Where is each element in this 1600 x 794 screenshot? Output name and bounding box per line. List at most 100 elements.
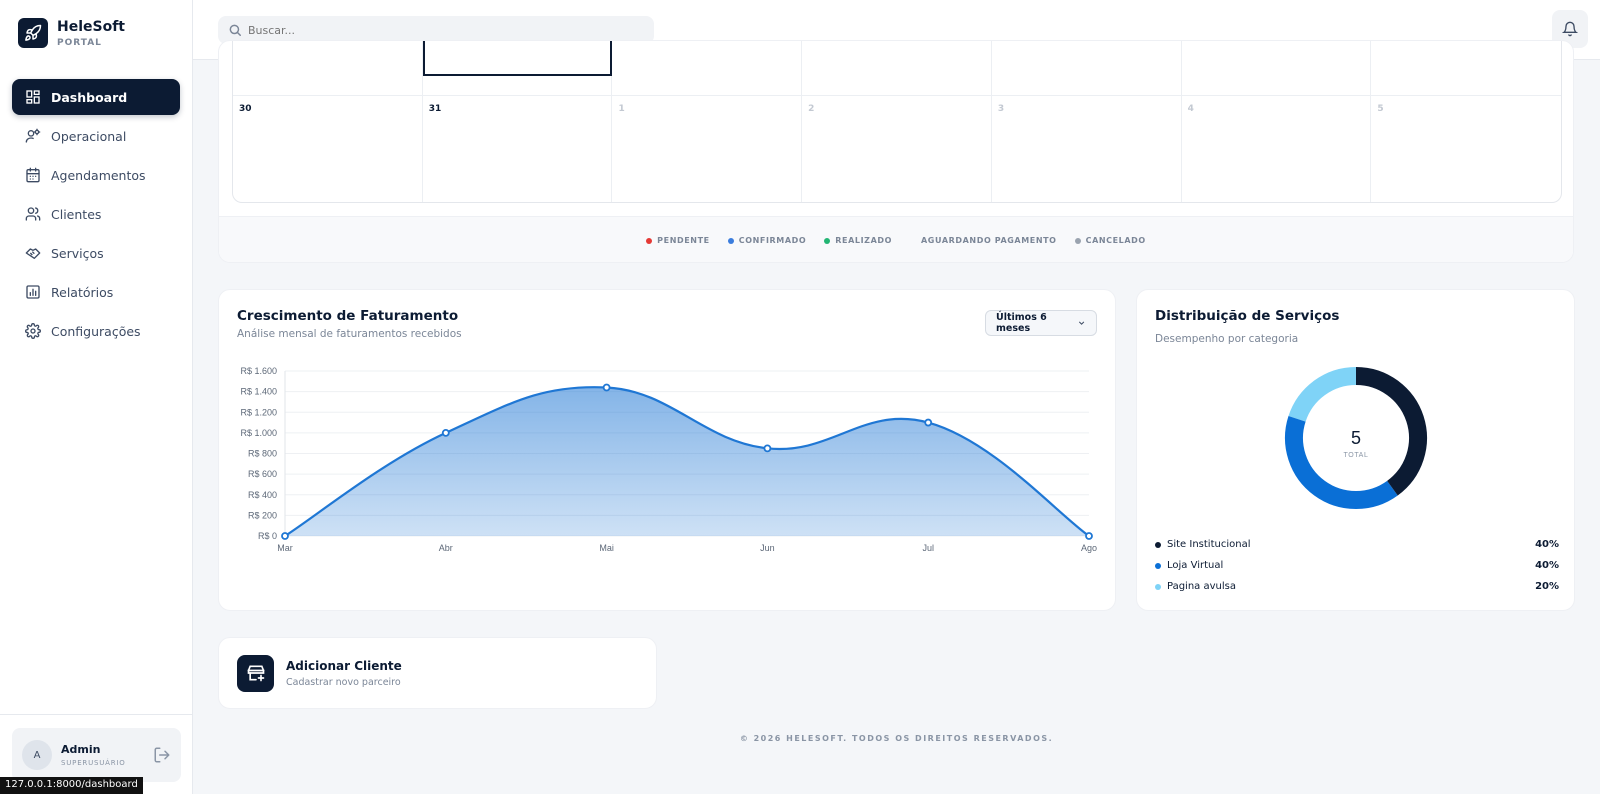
sidebar-item-label: Serviços <box>51 245 104 261</box>
calendar-day: 30 <box>239 104 252 114</box>
brand-name: HeleSoft <box>57 18 125 35</box>
revenue-card: Crescimento de Faturamento Análise mensa… <box>218 289 1116 611</box>
dashboard-icon <box>26 90 40 104</box>
logout-icon[interactable] <box>153 746 171 764</box>
calendar-card: 30 31 1 2 3 4 5 PENDENTE CONFIRMADO REAL… <box>218 40 1574 263</box>
users-icon <box>25 207 41 221</box>
user-card[interactable]: A Admin SUPERUSUÁRIO <box>12 728 181 782</box>
add-client-title: Adicionar Cliente <box>286 658 402 673</box>
store-plus-icon <box>237 654 274 692</box>
gear-icon <box>25 323 41 339</box>
legend-cancelado: CANCELADO <box>1074 236 1146 245</box>
calendar-day: 5 <box>1377 104 1384 114</box>
legend-confirmado: CONFIRMADO <box>727 236 807 245</box>
donut-total-value: 5 <box>1351 428 1361 448</box>
x-tick-label: Ago <box>1081 543 1097 553</box>
calendar-icon <box>26 167 40 183</box>
distribution-donut: 5 TOTAL <box>1285 367 1427 509</box>
bar-chart-icon <box>26 285 40 299</box>
add-client-card[interactable]: Adicionar Cliente Cadastrar novo parceir… <box>218 637 657 709</box>
x-tick-label: Jul <box>922 543 934 553</box>
calendar-day: 3 <box>997 104 1005 114</box>
sidebar-item-label: Operacional <box>51 128 127 144</box>
donut-slice[interactable] <box>1355 367 1427 496</box>
y-tick-label: R$ 1.000 <box>240 428 277 438</box>
rocket-icon <box>18 18 48 48</box>
calendar-cell[interactable] <box>992 41 1182 95</box>
legend-row: Site Institucional 40% <box>1155 534 1559 555</box>
calendar-day: 2 <box>808 104 815 114</box>
calendar-cell[interactable] <box>1371 41 1561 95</box>
revenue-chart: R$ 0 R$ 200 R$ 400 R$ 600 R$ 800 R$ 1.000 R$ 1… <box>240 366 1097 553</box>
data-point[interactable] <box>602 383 611 392</box>
y-tick-label: R$ 400 <box>248 490 277 500</box>
calendar-cell[interactable]: 1 <box>612 96 803 202</box>
calendar-cell[interactable]: 3 <box>992 96 1182 202</box>
user-role: SUPERUSUÁRIO <box>61 759 126 767</box>
calendar-cell[interactable]: 2 <box>802 96 992 202</box>
data-point[interactable] <box>763 444 772 453</box>
y-tick-label: R$ 1.400 <box>240 387 277 397</box>
area-fill <box>285 387 1089 536</box>
status-url: 127.0.0.1:8000/dashboard <box>0 777 143 794</box>
sidebar-item-dashboard[interactable]: Dashboard <box>12 79 180 115</box>
sidebar-divider <box>0 714 193 715</box>
user-gear-icon <box>25 128 41 143</box>
sidebar-item-label: Agendamentos <box>51 167 146 183</box>
x-tick-label: Mar <box>277 543 293 553</box>
x-tick-label: Abr <box>439 543 453 553</box>
brand[interactable]: HeleSoft PORTAL <box>18 18 125 48</box>
calendar-cell[interactable]: 31 <box>423 96 613 202</box>
sidebar-item-clientes[interactable]: Clientes <box>12 196 180 232</box>
calendar-legend: PENDENTE CONFIRMADO REALIZADO AGUARDANDO… <box>219 216 1573 262</box>
calendar-cell[interactable]: 30 <box>233 96 423 202</box>
sidebar-nav: Dashboard Operacional Agendamentos Clien… <box>12 79 180 352</box>
data-point[interactable] <box>924 418 933 427</box>
sidebar: HeleSoft PORTAL Dashboard Operacional Ag… <box>0 0 193 794</box>
add-client-subtitle: Cadastrar novo parceiro <box>286 676 401 688</box>
donut-total-label: TOTAL <box>1344 452 1369 459</box>
sidebar-item-label: Clientes <box>51 206 102 222</box>
legend-aguardando-pagamento: AGUARDANDO PAGAMENTO <box>921 236 1057 245</box>
search-icon <box>229 24 241 36</box>
calendar-cell[interactable] <box>233 41 423 95</box>
calendar-cell[interactable] <box>1182 41 1372 95</box>
legend-realizado: REALIZADO <box>824 236 892 245</box>
sidebar-item-operacional[interactable]: Operacional <box>12 118 180 154</box>
y-tick-label: R$ 1.600 <box>240 366 277 376</box>
data-point[interactable] <box>441 428 450 437</box>
sidebar-item-relatorios[interactable]: Relatórios <box>12 274 180 310</box>
distribution-legend: Site Institucional 40% Loja Virtual 40% Pa… <box>1155 534 1559 597</box>
distribution-card: Distribuição de Serviços Desempenho por … <box>1136 289 1575 611</box>
sidebar-item-servicos[interactable]: Serviços <box>12 235 180 271</box>
y-tick-label: R$ 0 <box>258 531 277 541</box>
calendar-grid: 30 31 1 2 3 4 5 <box>232 41 1562 203</box>
sidebar-item-label: Configurações <box>51 323 141 339</box>
sidebar-item-label: Relatórios <box>51 284 114 300</box>
calendar-day: 31 <box>428 104 442 114</box>
donut-slice[interactable] <box>1288 367 1357 422</box>
calendar-selected-cell[interactable] <box>423 41 612 76</box>
calendar-cell[interactable] <box>612 41 803 95</box>
calendar-cell[interactable]: 4 <box>1182 96 1372 202</box>
y-tick-label: R$ 600 <box>248 469 277 479</box>
donut-slice[interactable] <box>1285 416 1398 509</box>
search-input[interactable] <box>248 23 628 37</box>
data-point[interactable] <box>281 532 289 540</box>
sidebar-item-label: Dashboard <box>51 89 128 105</box>
brand-subtitle: PORTAL <box>57 37 102 48</box>
y-tick-label: R$ 1.200 <box>240 407 277 417</box>
sidebar-item-agendamentos[interactable]: Agendamentos <box>12 157 180 193</box>
avatar: A <box>22 740 52 770</box>
x-tick-label: Mai <box>599 543 614 553</box>
calendar-cell[interactable]: 5 <box>1371 96 1561 202</box>
legend-pendente: PENDENTE <box>646 236 710 245</box>
legend-row: Pagina avulsa 20% <box>1155 576 1559 597</box>
calendar-cell[interactable] <box>802 41 992 95</box>
calendar-day: 1 <box>618 104 625 114</box>
sidebar-item-configuracoes[interactable]: Configurações <box>12 313 180 349</box>
legend-row: Loja Virtual 40% <box>1155 555 1559 576</box>
data-point[interactable] <box>1085 532 1093 540</box>
y-tick-label: R$ 800 <box>248 449 277 459</box>
calendar-week-row: 30 31 1 2 3 4 5 <box>233 96 1561 202</box>
